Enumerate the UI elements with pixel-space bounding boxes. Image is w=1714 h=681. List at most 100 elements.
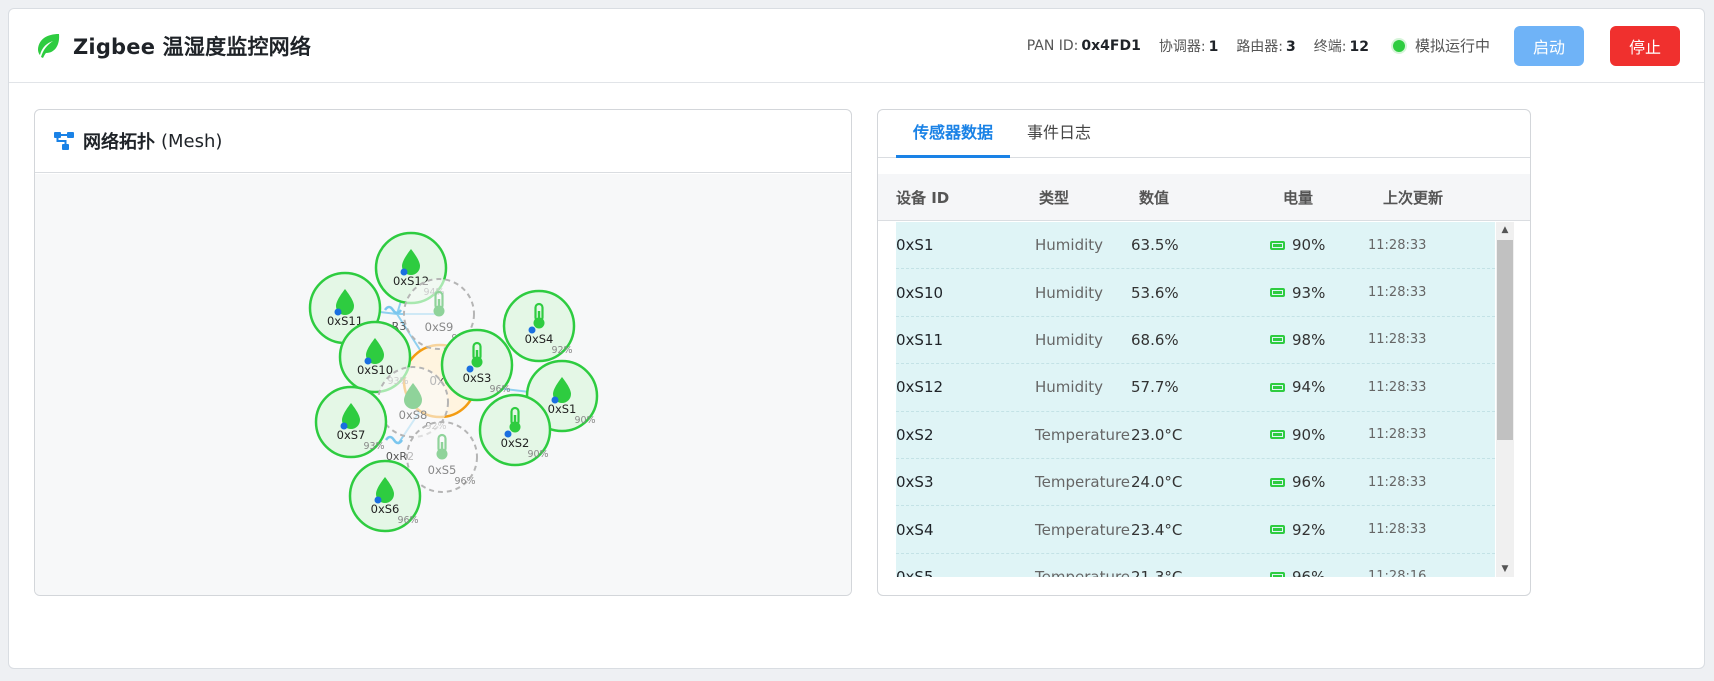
cell-device-id: 0xS4 xyxy=(896,520,934,539)
sensor-node[interactable]: 0xS396% xyxy=(440,328,514,402)
topology-panel: 网络拓扑 (Mesh) 0x0000R30xR20xS1294%0xS993%0… xyxy=(34,109,852,596)
battery-value: 94% xyxy=(1292,378,1326,397)
sensor-node-label: 0xS4 xyxy=(525,332,554,346)
cell-value: 23.0°C xyxy=(1131,425,1183,444)
brand: Zigbee 温湿度监控网络 xyxy=(33,31,311,61)
cell-value: 21.3°C xyxy=(1131,567,1183,577)
battery-icon xyxy=(1270,335,1285,345)
table-row[interactable]: 0xS5 Temperature 21.3°C 96% 11:28:16 xyxy=(896,553,1495,577)
sensor-node-label: 0xS1 xyxy=(548,402,577,416)
battery-value: 93% xyxy=(1292,283,1326,302)
packet-dot-icon xyxy=(466,365,474,373)
stat-value: 3 xyxy=(1286,38,1296,55)
cell-type: Temperature xyxy=(1035,520,1131,539)
cell-device-id: 0xS3 xyxy=(896,473,934,492)
network-icon xyxy=(54,132,74,150)
cell-type: Temperature xyxy=(1035,473,1131,492)
scrollbar-thumb[interactable] xyxy=(1497,240,1513,440)
stat-value: 12 xyxy=(1349,38,1369,55)
sensor-node-label: 0xS8 xyxy=(399,408,428,422)
topology-canvas[interactable]: 0x0000R30xR20xS1294%0xS993%0xS1198%0xS49… xyxy=(35,174,851,595)
column-header-battery[interactable]: 电量 xyxy=(1283,187,1383,208)
packet-dot-icon xyxy=(400,268,408,276)
cell-battery: 94% xyxy=(1270,378,1368,396)
packet-dot-icon xyxy=(551,396,559,404)
cell-device-id: 0xS2 xyxy=(896,425,934,444)
packet-dot-icon xyxy=(374,496,382,504)
cell-device-id: 0xS11 xyxy=(896,330,944,349)
table-body[interactable]: 0xS1 Humidity 63.5% 90% 11:28:33 0xS10 Humidit… xyxy=(896,222,1495,577)
battery-icon xyxy=(1270,525,1285,535)
cell-device-id: 0xS12 xyxy=(896,378,944,397)
tab-sensor-data[interactable]: 传感器数据 xyxy=(896,110,1011,158)
stat-label: 路由器: xyxy=(1236,38,1284,55)
topology-title: 网络拓扑 xyxy=(83,132,155,153)
sensor-data-panel: 传感器数据 事件日志 设备 ID 类型 数值 电量 上次更新 0xS1 Humid… xyxy=(877,109,1531,596)
sensor-node-battery: 90% xyxy=(527,449,548,460)
tab-event-log[interactable]: 事件日志 xyxy=(1010,110,1108,158)
sensor-node-label: 0xS2 xyxy=(501,436,530,450)
cell-type: Humidity xyxy=(1035,330,1104,349)
table-row[interactable]: 0xS2 Temperature 23.0°C 90% 11:28:33 xyxy=(896,411,1495,459)
battery-value: 98% xyxy=(1292,330,1326,349)
battery-value: 90% xyxy=(1292,236,1326,255)
cell-last-update: 11:28:33 xyxy=(1368,522,1427,538)
column-header-value[interactable]: 数值 xyxy=(1139,187,1283,208)
header-stats: PAN ID: 0x4FD1 协调器: 1 路由器: 3 终端: 12 模拟运行中 启动… xyxy=(1027,25,1680,66)
cell-value: 24.0°C xyxy=(1131,473,1183,492)
battery-icon xyxy=(1270,288,1285,298)
topology-header: 网络拓扑 (Mesh) xyxy=(35,110,851,173)
sensor-node[interactable]: 0xS290% xyxy=(478,393,552,467)
leaf-icon xyxy=(38,33,60,58)
sensor-node[interactable]: 0xS696% xyxy=(348,459,422,533)
battery-value: 96% xyxy=(1292,567,1326,577)
sensor-node[interactable]: 0xS492% xyxy=(502,289,576,363)
app-window: Zigbee 温湿度监控网络 PAN ID: 0x4FD1 协调器: 1 路由器: 3… xyxy=(8,8,1705,669)
topology-graph[interactable]: 0x0000R30xR20xS1294%0xS993%0xS1198%0xS49… xyxy=(35,174,852,596)
battery-icon xyxy=(1270,382,1285,392)
stat-end-device: 终端: 12 xyxy=(1314,36,1369,56)
stat-pan-id: PAN ID: 0x4FD1 xyxy=(1027,38,1141,54)
cell-device-id: 0xS1 xyxy=(896,236,934,255)
table-scrollbar[interactable]: ▲ ▼ xyxy=(1496,222,1514,577)
stop-button[interactable]: 停止 xyxy=(1610,25,1680,66)
table-row[interactable]: 0xS4 Temperature 23.4°C 92% 11:28:33 xyxy=(896,506,1495,554)
stat-label: PAN ID: xyxy=(1026,37,1079,54)
table-row[interactable]: 0xS12 Humidity 57.7% 94% 11:28:33 xyxy=(896,364,1495,412)
scroll-down-icon[interactable]: ▼ xyxy=(1496,561,1514,577)
cell-battery: 90% xyxy=(1270,236,1368,254)
table-row[interactable]: 0xS1 Humidity 63.5% 90% 11:28:33 xyxy=(896,222,1495,270)
topology-subtitle: (Mesh) xyxy=(161,130,223,152)
column-header-last-update[interactable]: 上次更新 xyxy=(1383,187,1513,208)
sensor-node-battery: 96% xyxy=(489,384,510,395)
battery-value: 90% xyxy=(1292,425,1326,444)
cell-battery: 90% xyxy=(1270,426,1368,444)
top-header: Zigbee 温湿度监控网络 PAN ID: 0x4FD1 协调器: 1 路由器: 3… xyxy=(9,9,1704,83)
stat-value: 1 xyxy=(1208,38,1219,55)
cell-type: Temperature xyxy=(1035,567,1131,577)
table-row[interactable]: 0xS3 Temperature 24.0°C 96% 11:28:33 xyxy=(896,458,1495,507)
cell-battery: 98% xyxy=(1270,331,1368,349)
cell-type: Humidity xyxy=(1035,378,1104,397)
cell-last-update: 11:28:33 xyxy=(1368,474,1427,490)
column-header-type[interactable]: 类型 xyxy=(1039,187,1139,208)
stat-value: 0x4FD1 xyxy=(1081,37,1141,54)
sensor-node-label: 0xS10 xyxy=(357,363,393,377)
cell-battery: 92% xyxy=(1270,521,1368,539)
scroll-up-icon[interactable]: ▲ xyxy=(1496,222,1514,238)
sensor-table: 设备 ID 类型 数值 电量 上次更新 0xS1 Humidity 63.5% 90%… xyxy=(878,174,1530,595)
cell-type: Humidity xyxy=(1035,283,1104,302)
stat-label: 协调器: xyxy=(1158,38,1206,55)
table-row[interactable]: 0xS10 Humidity 53.6% 93% 11:28:33 xyxy=(896,269,1495,317)
battery-icon xyxy=(1270,240,1285,250)
sensor-node[interactable]: 0xS793% xyxy=(314,385,388,459)
battery-icon xyxy=(1270,430,1285,440)
sensor-node-label: 0xS6 xyxy=(371,502,400,516)
sensor-node-battery: 92% xyxy=(551,345,572,356)
column-header-device-id[interactable]: 设备 ID xyxy=(896,187,1039,208)
table-row[interactable]: 0xS11 Humidity 68.6% 98% 11:28:33 xyxy=(896,316,1495,365)
sensor-node-label: 0xS7 xyxy=(337,428,366,442)
start-button[interactable]: 启动 xyxy=(1514,25,1584,66)
cell-device-id: 0xS10 xyxy=(896,283,944,302)
stat-router: 路由器: 3 xyxy=(1236,36,1295,56)
